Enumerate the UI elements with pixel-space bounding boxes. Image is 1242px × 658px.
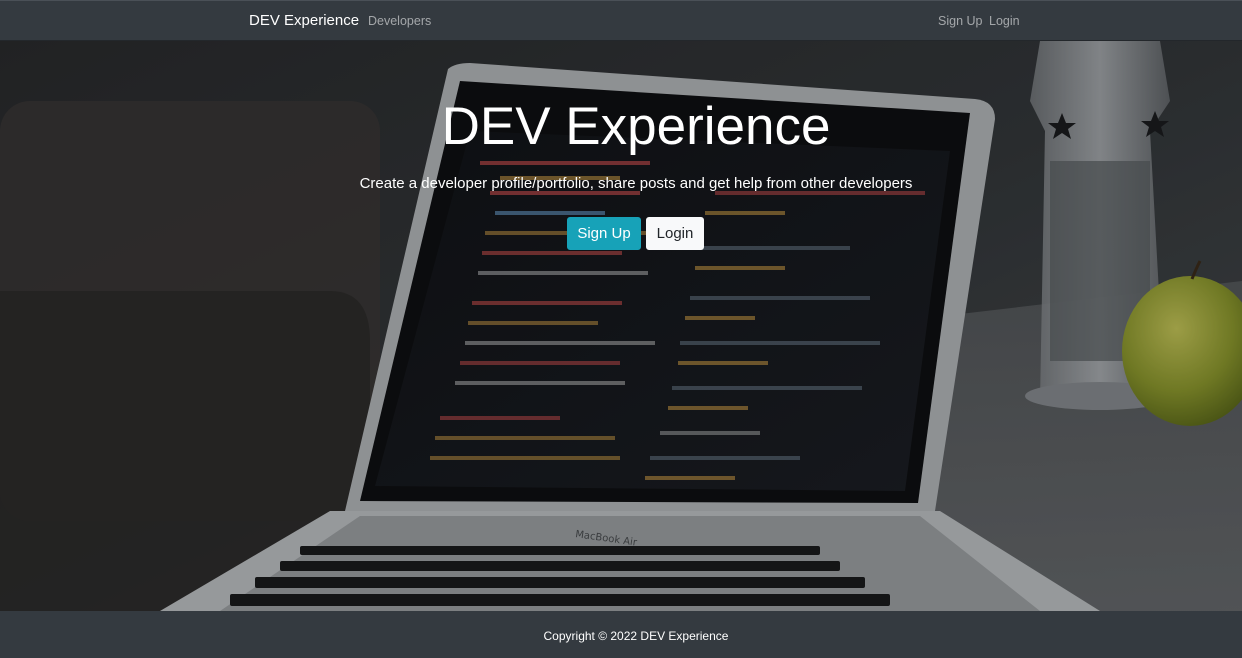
hero-signup-button[interactable]: Sign Up <box>567 217 641 250</box>
nav-login-link[interactable]: Login <box>989 12 1020 30</box>
hero-title: DEV Experience <box>441 97 831 156</box>
hero-login-button[interactable]: Login <box>646 217 704 250</box>
footer-copyright: Copyright © 2022 DEV Experience <box>543 629 729 643</box>
brand-link[interactable]: DEV Experience <box>249 11 359 31</box>
hero-lead-text: Create a developer profile/portfolio, sh… <box>359 175 913 192</box>
nav-developers-link[interactable]: Developers <box>368 12 431 30</box>
hero-section: MacBook Air DEV Experience Create a deve… <box>0 41 1242 611</box>
nav-signup-link[interactable]: Sign Up <box>938 12 982 30</box>
top-navbar: DEV Experience Developers Sign Up Login <box>0 0 1242 41</box>
page-footer: Copyright © 2022 DEV Experience <box>0 611 1242 658</box>
